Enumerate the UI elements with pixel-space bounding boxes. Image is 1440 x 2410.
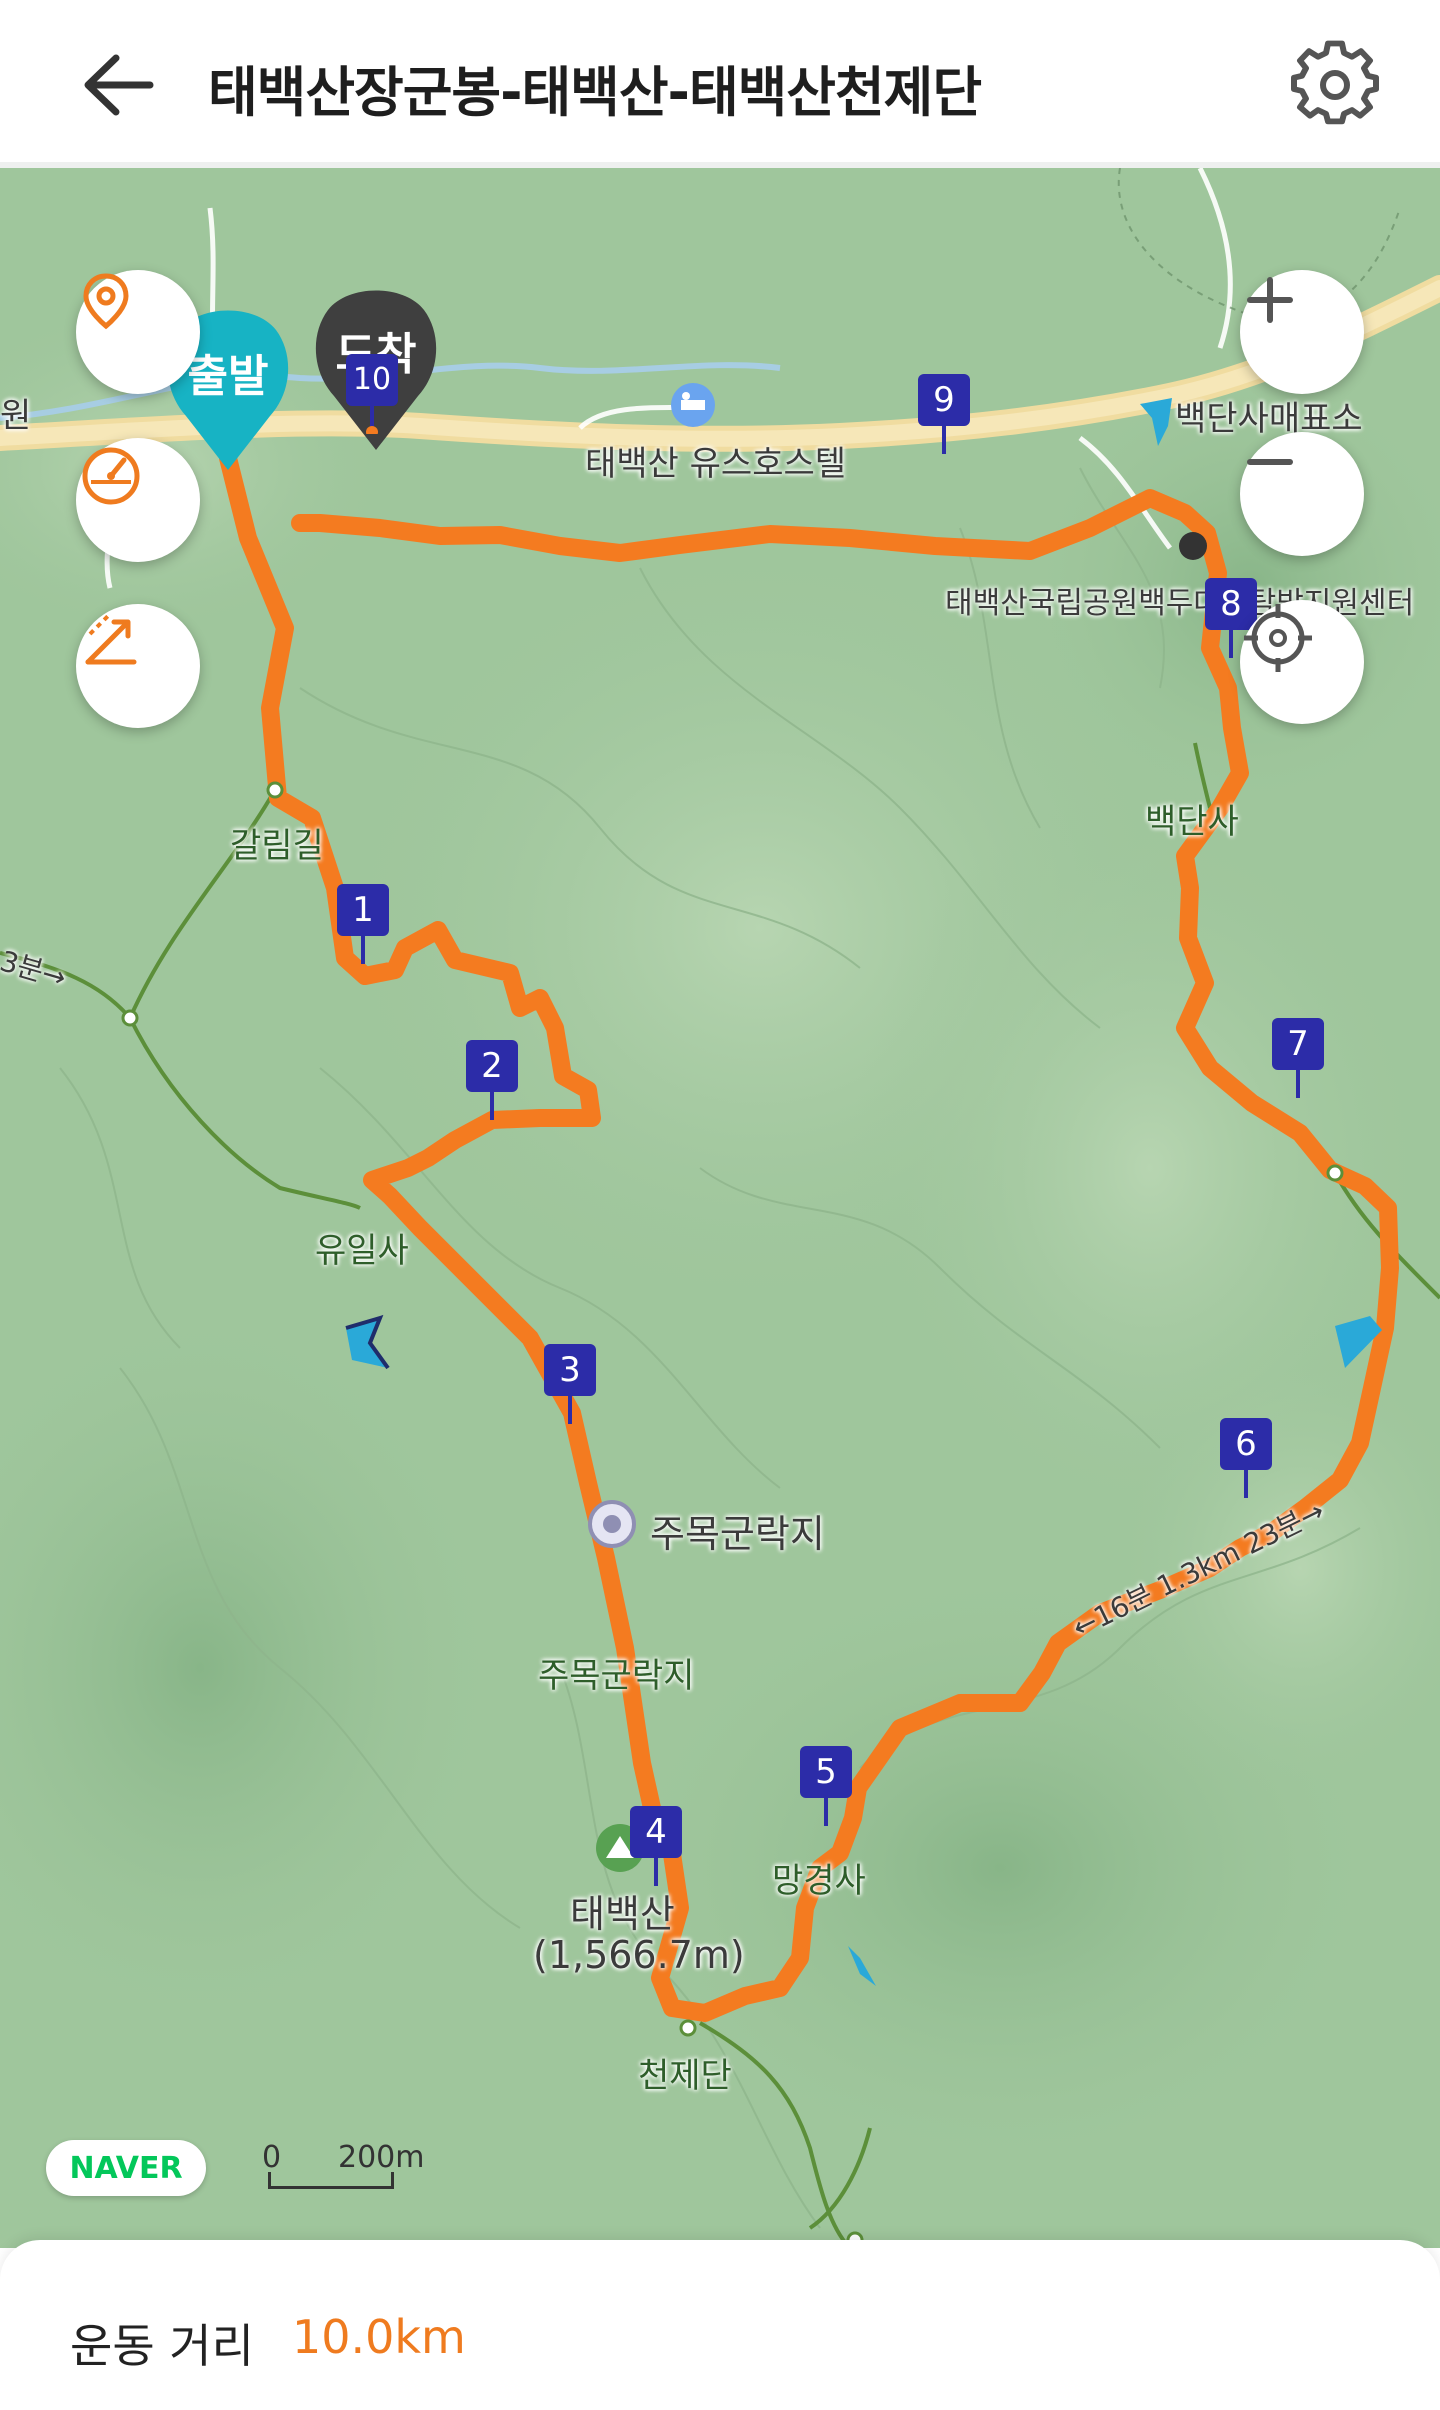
place-label-cheonjedan: 천제단 xyxy=(638,2056,732,2096)
zoom-out-icon xyxy=(1247,459,1293,465)
place-label-junction: 갈림길 xyxy=(230,826,324,866)
waypoint-number: 1 xyxy=(352,890,374,930)
trail-junction-dot xyxy=(121,1009,139,1027)
waypoint-number: 9 xyxy=(933,380,955,420)
slope-icon xyxy=(85,612,137,665)
map-pin-icon xyxy=(83,273,129,330)
place-label-hostel: 태백산 유스호스텔 xyxy=(585,444,847,484)
waypoint-number: 10 xyxy=(352,362,392,397)
hostel-icon xyxy=(671,383,715,427)
map-view[interactable]: 원 태백산 유스호스텔 백단사매표소 태백산국립공원백두대간탐방지원센터 백단사… xyxy=(0,168,1440,2248)
scale-zero: 0 xyxy=(262,2140,282,2175)
gear-icon xyxy=(1291,40,1379,125)
summary-sheet[interactable]: 운동 거리 10.0km xyxy=(0,2240,1440,2410)
park-center-marker xyxy=(1179,532,1207,560)
place-label-yuilsa: 유일사 xyxy=(315,1231,409,1271)
scale-label: 200m xyxy=(338,2140,425,2175)
waypoint-number: 7 xyxy=(1287,1024,1309,1064)
speedometer-icon xyxy=(82,447,140,505)
slope-button[interactable] xyxy=(76,604,200,728)
waypoint-number: 5 xyxy=(815,1752,837,1792)
place-label: 원 xyxy=(0,396,32,436)
location-pin-button[interactable] xyxy=(76,270,200,394)
distance-value: 10.0km xyxy=(292,2310,466,2364)
app-header: 태백산장군봉-태백산-태백산천제단 xyxy=(0,0,1440,168)
place-label-taebaeksan: 태백산 xyxy=(570,1892,675,1936)
my-location-button[interactable] xyxy=(1240,600,1364,724)
place-label-jumok-trail: 주목군락지 xyxy=(538,1656,695,1696)
naver-logo[interactable]: NAVER xyxy=(46,2140,206,2196)
distance-label: 운동 거리 xyxy=(70,2319,254,2373)
trail-junction-dot xyxy=(679,2019,697,2037)
waypoint-number: 3 xyxy=(559,1350,581,1390)
zoom-out-button[interactable] xyxy=(1240,432,1364,556)
speed-button[interactable] xyxy=(76,438,200,562)
zoom-in-icon xyxy=(1247,277,1293,323)
settings-button[interactable] xyxy=(1290,40,1380,130)
zoom-in-button[interactable] xyxy=(1240,270,1364,394)
arrow-left-icon xyxy=(84,54,154,116)
waypoint-number: 6 xyxy=(1235,1424,1257,1464)
place-label-elevation: (1,566.7m) xyxy=(533,1933,745,1977)
place-label-jumok: 주목군락지 xyxy=(650,1512,825,1556)
page-title: 태백산장군봉-태백산-태백산천제단 xyxy=(208,61,982,124)
place-label-manggyeongsa: 망경사 xyxy=(772,1861,866,1901)
waypoint-number: 4 xyxy=(645,1812,667,1852)
place-label-baekdansa: 백단사 xyxy=(1145,802,1239,842)
waypoint-number: 2 xyxy=(481,1046,503,1086)
trail-junction-dot xyxy=(266,781,284,799)
back-button[interactable] xyxy=(68,40,168,130)
landmark-icon xyxy=(588,1500,636,1548)
trail-junction-dot xyxy=(1326,1164,1344,1182)
scale-bar xyxy=(268,2172,394,2189)
locate-icon xyxy=(1244,604,1312,672)
